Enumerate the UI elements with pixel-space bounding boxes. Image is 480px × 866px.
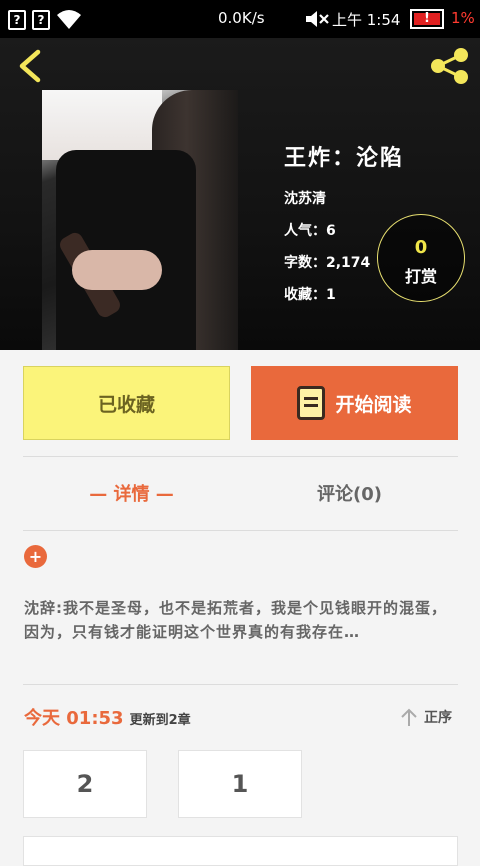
book-icon bbox=[297, 386, 326, 420]
sort-order-label: 正序 bbox=[424, 710, 452, 726]
start-reading-label: 开始阅读 bbox=[335, 393, 412, 416]
sim-unknown-icon: ? bbox=[32, 10, 50, 30]
battery-icon: ! bbox=[410, 9, 444, 29]
back-arrow-icon[interactable] bbox=[14, 46, 44, 86]
bottom-card bbox=[23, 836, 458, 866]
chapter-item[interactable]: 1 bbox=[178, 750, 302, 818]
update-text: 更新到2章 bbox=[129, 713, 191, 728]
expand-description-button[interactable]: + bbox=[24, 545, 47, 568]
arrow-up-icon bbox=[401, 708, 417, 726]
start-reading-button[interactable]: 开始阅读 bbox=[251, 366, 458, 440]
book-title: 王炸：沦陷 bbox=[284, 146, 405, 171]
book-favorites: 收藏：1 bbox=[284, 287, 336, 303]
divider bbox=[23, 684, 458, 685]
book-word-count: 字数：2,174 bbox=[284, 255, 371, 271]
battery-percent: 1% bbox=[451, 9, 475, 27]
favorite-button[interactable]: 已收藏 bbox=[23, 366, 230, 440]
update-info: 今天 01:53 更新到2章 bbox=[24, 704, 191, 730]
tip-count: 0 bbox=[414, 237, 428, 258]
book-header: 王炸：沦陷 沈苏清 人气：6 字数：2,174 收藏：1 0 打赏 bbox=[0, 38, 480, 350]
tab-detail[interactable]: — 详情 — bbox=[23, 456, 240, 530]
book-description: 沈辞:我不是圣母，也不是拓荒者，我是个见钱眼开的混蛋，因为，只有钱才能证明这个世… bbox=[24, 599, 448, 641]
chapter-item[interactable]: 2 bbox=[23, 750, 147, 818]
network-speed: 0.0K/s bbox=[218, 9, 265, 27]
status-bar: ? ? 0.0K/s 上午 1:54 ! 1% bbox=[0, 0, 480, 38]
divider bbox=[23, 530, 458, 531]
book-popularity: 人气：6 bbox=[284, 223, 336, 239]
detail-tabs: — 详情 — 评论(0) bbox=[23, 456, 458, 530]
tip-button[interactable]: 0 打赏 bbox=[377, 214, 465, 302]
book-cover-image bbox=[42, 90, 238, 350]
share-icon[interactable] bbox=[428, 46, 472, 86]
wifi-icon bbox=[57, 10, 81, 29]
mute-icon bbox=[306, 11, 329, 27]
tab-comments[interactable]: 评论(0) bbox=[241, 456, 458, 530]
clock: 上午 1:54 bbox=[332, 11, 401, 29]
favorite-button-label: 已收藏 bbox=[97, 393, 155, 416]
tip-label: 打赏 bbox=[404, 267, 437, 286]
sim-unknown-icon: ? bbox=[8, 10, 26, 30]
book-author: 沈苏清 bbox=[284, 191, 326, 207]
update-time: 今天 01:53 bbox=[24, 708, 124, 729]
sort-order-button[interactable]: 正序 bbox=[400, 704, 452, 730]
